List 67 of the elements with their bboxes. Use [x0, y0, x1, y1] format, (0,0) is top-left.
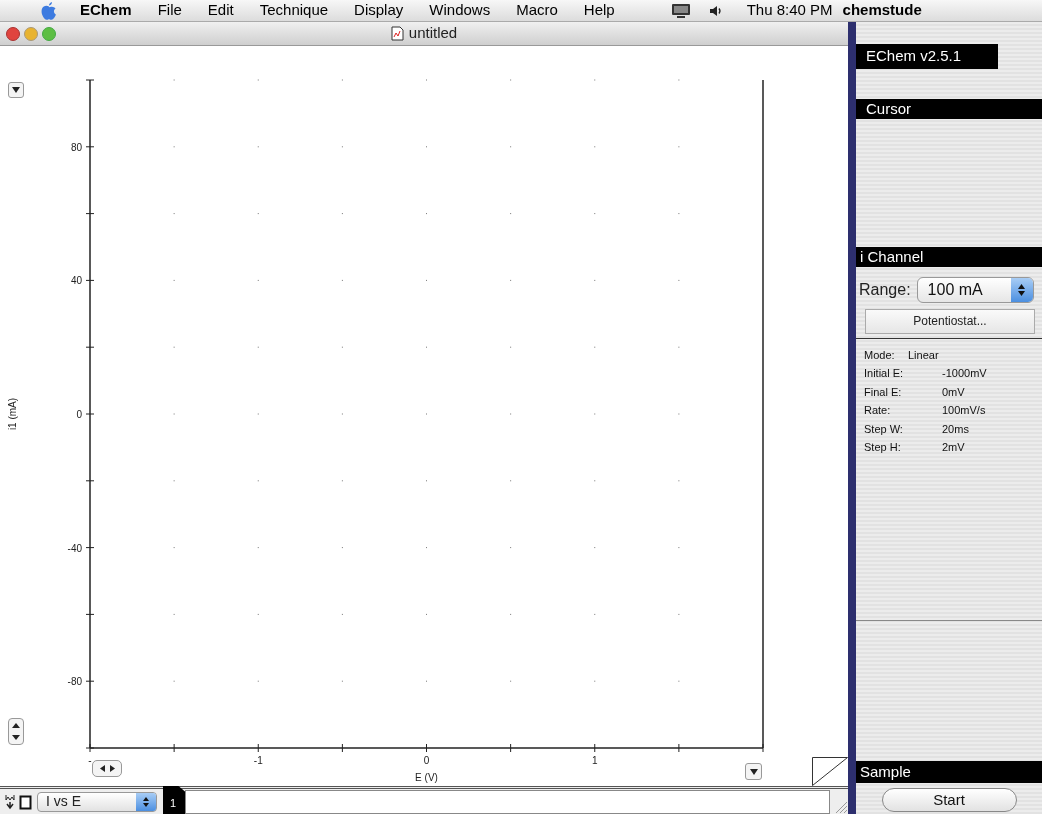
tick-label: - [88, 755, 92, 766]
menu-clock[interactable]: Thu 8:40 PM [746, 0, 833, 22]
range-label: Range: [859, 279, 911, 300]
speaker-icon[interactable] [708, 3, 723, 18]
horizontal-stepper[interactable] [92, 760, 122, 777]
tick-label: 0 [423, 755, 430, 766]
apple-icon[interactable] [40, 0, 58, 21]
parameter-label: Final E: [864, 384, 903, 400]
document-icon [390, 26, 404, 41]
axis-title: E (V) [415, 772, 438, 783]
tick-label: -1 [253, 755, 263, 766]
down-arrow-icon [1018, 290, 1026, 296]
tick-label: 40 [70, 275, 82, 287]
version-label: EChem v2.5.1 [856, 44, 998, 69]
close-button[interactable] [6, 27, 20, 41]
parameter-value: 100mV/s [942, 403, 986, 418]
tick-label: 80 [70, 141, 82, 153]
section-header: Cursor [856, 98, 1042, 119]
menu-item[interactable]: Technique [259, 0, 329, 22]
dropdown-button[interactable] [745, 763, 762, 780]
tick-label: 1 [591, 755, 598, 766]
user-name[interactable]: chemstude [842, 0, 922, 22]
page-tab[interactable]: 1 [163, 786, 185, 814]
parameter-value: 2mV [942, 440, 965, 455]
parameter-label: Step W: [864, 421, 904, 437]
menu-item[interactable]: Edit [207, 0, 234, 22]
tick-label: -80 [67, 676, 82, 688]
dropdown-button[interactable] [8, 82, 24, 98]
axis-title: i1 (mA) [7, 397, 18, 431]
parameter-value: Linear [908, 347, 939, 363]
tick-label: -40 [67, 542, 82, 554]
stepper-button[interactable] [8, 718, 24, 745]
section-header: i Channel [856, 246, 1042, 267]
down-arrow-icon [12, 735, 20, 741]
up-arrow-icon [12, 722, 20, 728]
parameter-value: -1000mV [942, 366, 987, 381]
macro-icon[interactable] [4, 793, 16, 810]
menu-item[interactable]: Display [354, 0, 404, 22]
view-popup[interactable]: I vs E [37, 791, 157, 812]
menu-item[interactable]: File [157, 0, 182, 22]
potentiostat-button[interactable]: Potentiostat... [865, 308, 1035, 334]
parameter-label: Rate: [864, 403, 892, 418]
parameter-value: 20ms [942, 421, 969, 437]
corner-fold-icon[interactable] [812, 757, 848, 786]
caret-icon [12, 87, 20, 93]
up-arrow-icon [143, 796, 149, 801]
app-menu[interactable]: EChem [80, 0, 132, 22]
parameter-label: Step H: [864, 440, 902, 455]
display-icon[interactable] [670, 2, 691, 19]
menu-item[interactable]: Windows [429, 0, 491, 22]
start-button[interactable]: Start [881, 788, 1017, 812]
section-header: Sample [856, 761, 1042, 783]
parameter-label: Mode: [864, 347, 896, 363]
up-arrow-icon [1018, 283, 1026, 289]
down-arrow-icon [143, 802, 149, 807]
clipboard-icon[interactable] [19, 793, 32, 810]
menu-item[interactable]: Help [583, 0, 615, 22]
right-arrow-icon [109, 765, 115, 772]
range-popup[interactable]: 100 mA [916, 276, 1034, 303]
tick-label: 0 [76, 409, 82, 420]
input-field[interactable] [185, 790, 830, 814]
menu-item[interactable]: Macro [516, 0, 558, 22]
left-arrow-icon [99, 765, 105, 772]
caret-icon [749, 768, 758, 775]
window-title: untitled [408, 23, 458, 44]
parameter-label: Initial E: [864, 366, 905, 381]
parameter-value: 0mV [942, 384, 965, 400]
